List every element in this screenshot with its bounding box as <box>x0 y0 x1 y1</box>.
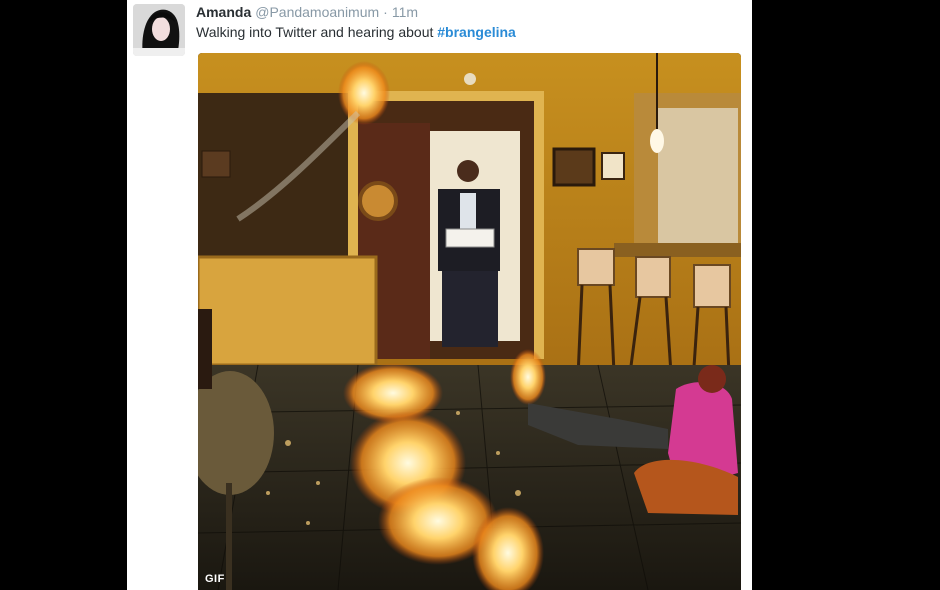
screenshot-stage: Amanda @Pandamoanimum · 11m Walking into Tw… <box>0 0 940 590</box>
tweet-card[interactable]: Amanda @Pandamoanimum · 11m Walking into Tw… <box>127 0 752 590</box>
tweet-header: Amanda @Pandamoanimum · 11m <box>196 3 418 21</box>
user-avatar[interactable] <box>133 4 185 56</box>
tweet-text-body: Walking into Twitter and hearing about <box>196 24 438 40</box>
gif-badge: GIF <box>205 573 225 585</box>
timestamp[interactable]: 11m <box>392 4 418 20</box>
separator-dot: · <box>383 4 388 20</box>
avatar-icon <box>133 4 185 56</box>
hashtag-link[interactable]: #brangelina <box>437 24 516 40</box>
gif-frame-image <box>198 53 741 590</box>
username[interactable]: @Pandamoanimum <box>255 4 379 20</box>
tweet-text: Walking into Twitter and hearing about #… <box>196 23 516 41</box>
tweet-media-gif[interactable]: GIF <box>198 53 741 590</box>
display-name[interactable]: Amanda <box>196 4 251 20</box>
